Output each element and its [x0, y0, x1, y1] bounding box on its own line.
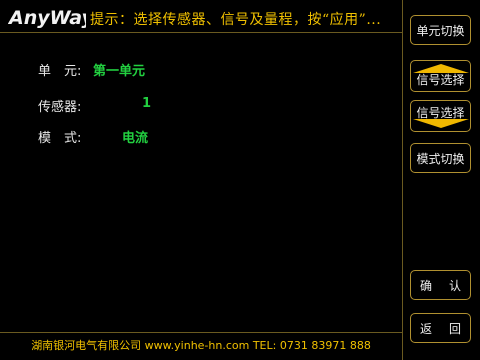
- unit-switch-label: 单元切换: [416, 23, 465, 38]
- signal-select-up-button[interactable]: 信号选择: [410, 60, 471, 92]
- sensor-label: 传感器:: [38, 100, 82, 115]
- unit-value: 第一单元: [93, 64, 146, 79]
- signal-select-up-label: 信号选择: [416, 73, 465, 87]
- company-footer: 湖南银河电气有限公司 www.yinhe-hn.com TEL: 0731 83…: [31, 339, 371, 352]
- footer-divider: [0, 332, 402, 333]
- back-button[interactable]: 返 回: [410, 313, 471, 343]
- mode-value: 电流: [122, 131, 149, 146]
- unit-switch-button[interactable]: 单元切换: [410, 15, 471, 45]
- unit-label: 单 元:: [38, 64, 82, 79]
- sidebar-divider: [402, 0, 403, 360]
- anyway-logo: AnyWay: [8, 4, 86, 30]
- header-divider: [0, 32, 402, 33]
- mode-switch-label: 模式切换: [416, 151, 465, 166]
- logo-text: AnyWay: [8, 7, 86, 29]
- sensor-value: 1: [142, 96, 152, 111]
- back-label-1: 返: [420, 321, 433, 336]
- mode-switch-button[interactable]: 模式切换: [410, 143, 471, 173]
- confirm-button[interactable]: 确 认: [410, 270, 471, 300]
- confirm-label-2: 认: [448, 278, 461, 293]
- confirm-label-1: 确: [420, 278, 433, 293]
- mode-label: 模 式:: [38, 131, 82, 146]
- triangle-down-icon: [412, 119, 469, 128]
- signal-select-down-button[interactable]: 信号选择: [410, 100, 471, 132]
- hint-text: 提示：选择传感器、信号及量程，按“应用”...: [90, 12, 382, 28]
- back-label-2: 回: [448, 321, 461, 336]
